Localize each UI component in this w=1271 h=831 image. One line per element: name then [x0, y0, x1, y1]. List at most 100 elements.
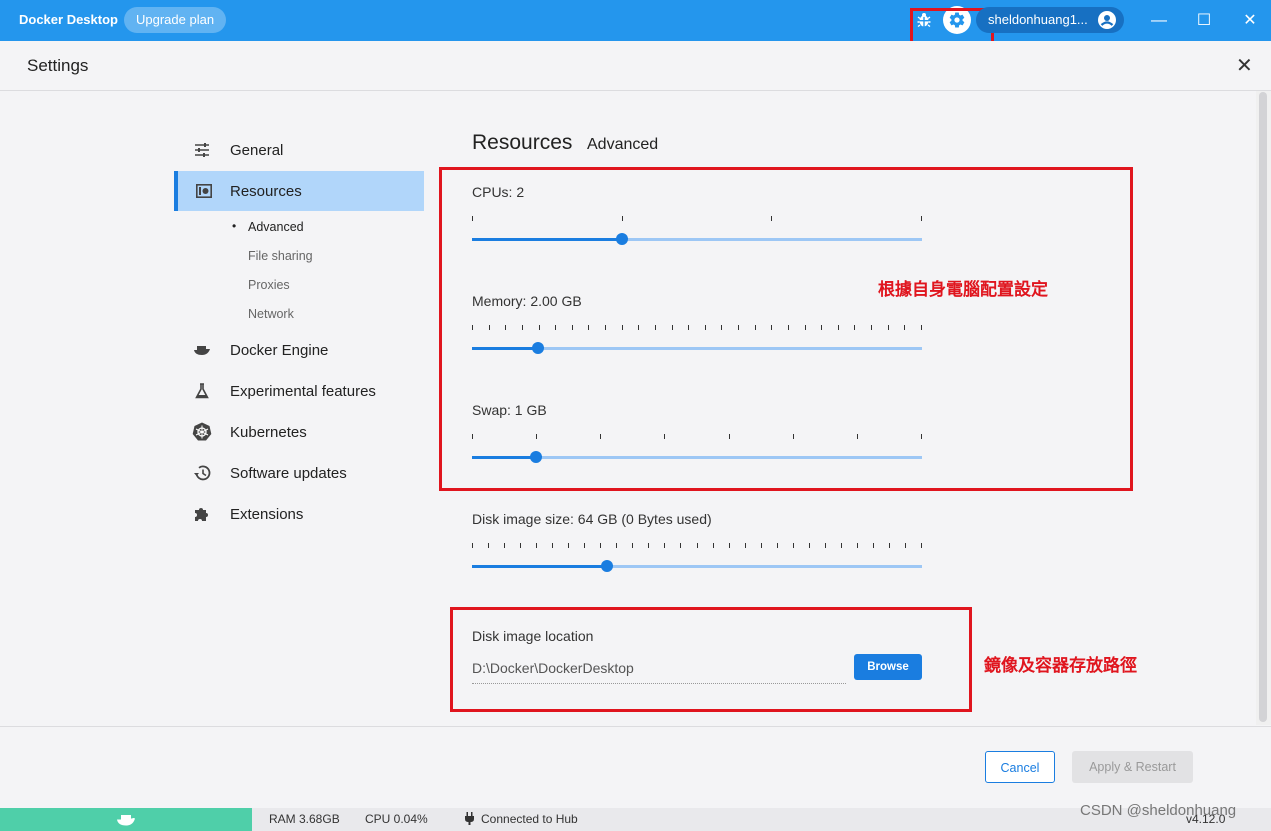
slider-tick: [805, 325, 806, 330]
sidebar-item-label: Kubernetes: [230, 423, 307, 441]
sidebar-subitem-network[interactable]: Network: [248, 307, 294, 321]
disk-location-label: Disk image location: [472, 628, 594, 644]
slider-tick: [857, 543, 858, 548]
docker-whale-icon: [117, 815, 135, 826]
sliders-icon: [174, 143, 230, 157]
sidebar-item-kubernetes[interactable]: Kubernetes: [174, 412, 424, 452]
slider-tick: [472, 543, 473, 548]
sidebar-item-label: General: [230, 141, 284, 159]
swap-slider-knob[interactable]: [530, 451, 542, 463]
slider-tick: [771, 216, 772, 221]
swap-label: Swap: 1 GB: [472, 402, 547, 418]
upgrade-plan-button[interactable]: Upgrade plan: [124, 7, 227, 33]
slider-tick: [821, 325, 822, 330]
resources-icon: [178, 184, 230, 198]
slider-tick: [555, 325, 556, 330]
sidebar-item-label: Experimental features: [230, 382, 376, 400]
resources-highlight-box: [439, 167, 1133, 491]
slider-tick: [680, 543, 681, 548]
cancel-button[interactable]: Cancel: [985, 751, 1055, 783]
maximize-button[interactable]: ☐: [1184, 0, 1224, 41]
slider-tick: [472, 325, 473, 330]
user-account-pill[interactable]: sheldonhuang1...: [976, 7, 1124, 33]
slider-tick: [809, 543, 810, 548]
sidebar-item-label: Software updates: [230, 464, 347, 482]
watermark: CSDN @sheldonhuang: [1080, 802, 1237, 819]
slider-tick: [588, 325, 589, 330]
slider-tick: [505, 325, 506, 330]
slider-tick: [729, 434, 730, 439]
docker-status-indicator[interactable]: [0, 808, 252, 831]
cpus-slider-knob[interactable]: [616, 233, 628, 245]
swap-slider-fill: [472, 456, 536, 459]
slider-tick: [793, 543, 794, 548]
sidebar-subitem-advanced[interactable]: Advanced: [248, 220, 304, 234]
cpus-label: CPUs: 2: [472, 184, 525, 200]
scrollbar-thumb[interactable]: [1259, 92, 1267, 722]
slider-tick: [729, 543, 730, 548]
settings-close-button[interactable]: ✕: [1236, 53, 1253, 78]
apply-restart-button[interactable]: Apply & Restart: [1072, 751, 1193, 783]
flask-icon: [174, 383, 230, 399]
slider-tick: [921, 216, 922, 221]
disk-size-slider[interactable]: [472, 543, 922, 572]
disk-location-field[interactable]: D:\Docker\DockerDesktop: [472, 657, 846, 684]
disk-size-slider-fill: [472, 565, 607, 568]
slider-tick: [504, 543, 505, 548]
memory-slider-fill: [472, 347, 538, 350]
settings-title: Settings: [27, 56, 89, 75]
settings-header: [0, 41, 1271, 91]
slider-tick: [771, 325, 772, 330]
sidebar-item-general[interactable]: General: [174, 130, 424, 170]
helm-wheel-icon: [174, 422, 230, 442]
sidebar-item-extensions[interactable]: Extensions: [174, 494, 424, 534]
slider-tick: [788, 325, 789, 330]
sidebar-item-resources[interactable]: Resources: [174, 171, 424, 211]
sidebar-item-docker-engine[interactable]: Docker Engine: [174, 330, 424, 370]
slider-tick: [472, 434, 473, 439]
slider-tick: [648, 543, 649, 548]
slider-tick: [568, 543, 569, 548]
slider-tick: [904, 325, 905, 330]
slider-tick: [616, 543, 617, 548]
slider-tick: [871, 325, 872, 330]
slider-tick: [536, 543, 537, 548]
slider-tick: [889, 543, 890, 548]
page-title-resources: Resources: [472, 131, 573, 154]
slider-tick: [738, 325, 739, 330]
memory-slider-knob[interactable]: [532, 342, 544, 354]
slider-tick: [489, 325, 490, 330]
cpus-slider-fill: [472, 238, 622, 241]
disk-size-slider-knob[interactable]: [601, 560, 613, 572]
slider-tick: [721, 325, 722, 330]
memory-slider[interactable]: [472, 325, 922, 354]
slider-tick: [697, 543, 698, 548]
slider-tick: [838, 325, 839, 330]
history-icon: [174, 465, 230, 481]
slider-tick: [705, 325, 706, 330]
cpus-slider[interactable]: [472, 216, 922, 245]
slider-tick: [672, 325, 673, 330]
slider-tick: [688, 325, 689, 330]
slider-tick: [841, 543, 842, 548]
tab-advanced[interactable]: Advanced: [587, 136, 658, 154]
slider-tick: [755, 325, 756, 330]
slider-tick: [664, 434, 665, 439]
slider-tick: [600, 543, 601, 548]
browse-button[interactable]: Browse: [854, 654, 922, 680]
sidebar-item-label: Docker Engine: [230, 341, 329, 359]
sidebar-item-software-updates[interactable]: Software updates: [174, 453, 424, 493]
window-close-button[interactable]: ✕: [1230, 0, 1270, 41]
slider-tick: [488, 543, 489, 548]
puzzle-icon: [174, 505, 230, 523]
slider-tick: [539, 325, 540, 330]
sidebar-subitem-file-sharing[interactable]: File sharing: [248, 249, 313, 263]
sidebar-subitem-proxies[interactable]: Proxies: [248, 278, 290, 292]
slider-tick: [622, 216, 623, 221]
whale-engine-icon: [174, 344, 230, 356]
plug-icon: [465, 812, 474, 828]
disk-size-label: Disk image size: 64 GB (0 Bytes used): [472, 511, 712, 527]
swap-slider[interactable]: [472, 434, 922, 463]
sidebar-item-experimental[interactable]: Experimental features: [174, 371, 424, 411]
minimize-button[interactable]: —: [1139, 0, 1179, 41]
